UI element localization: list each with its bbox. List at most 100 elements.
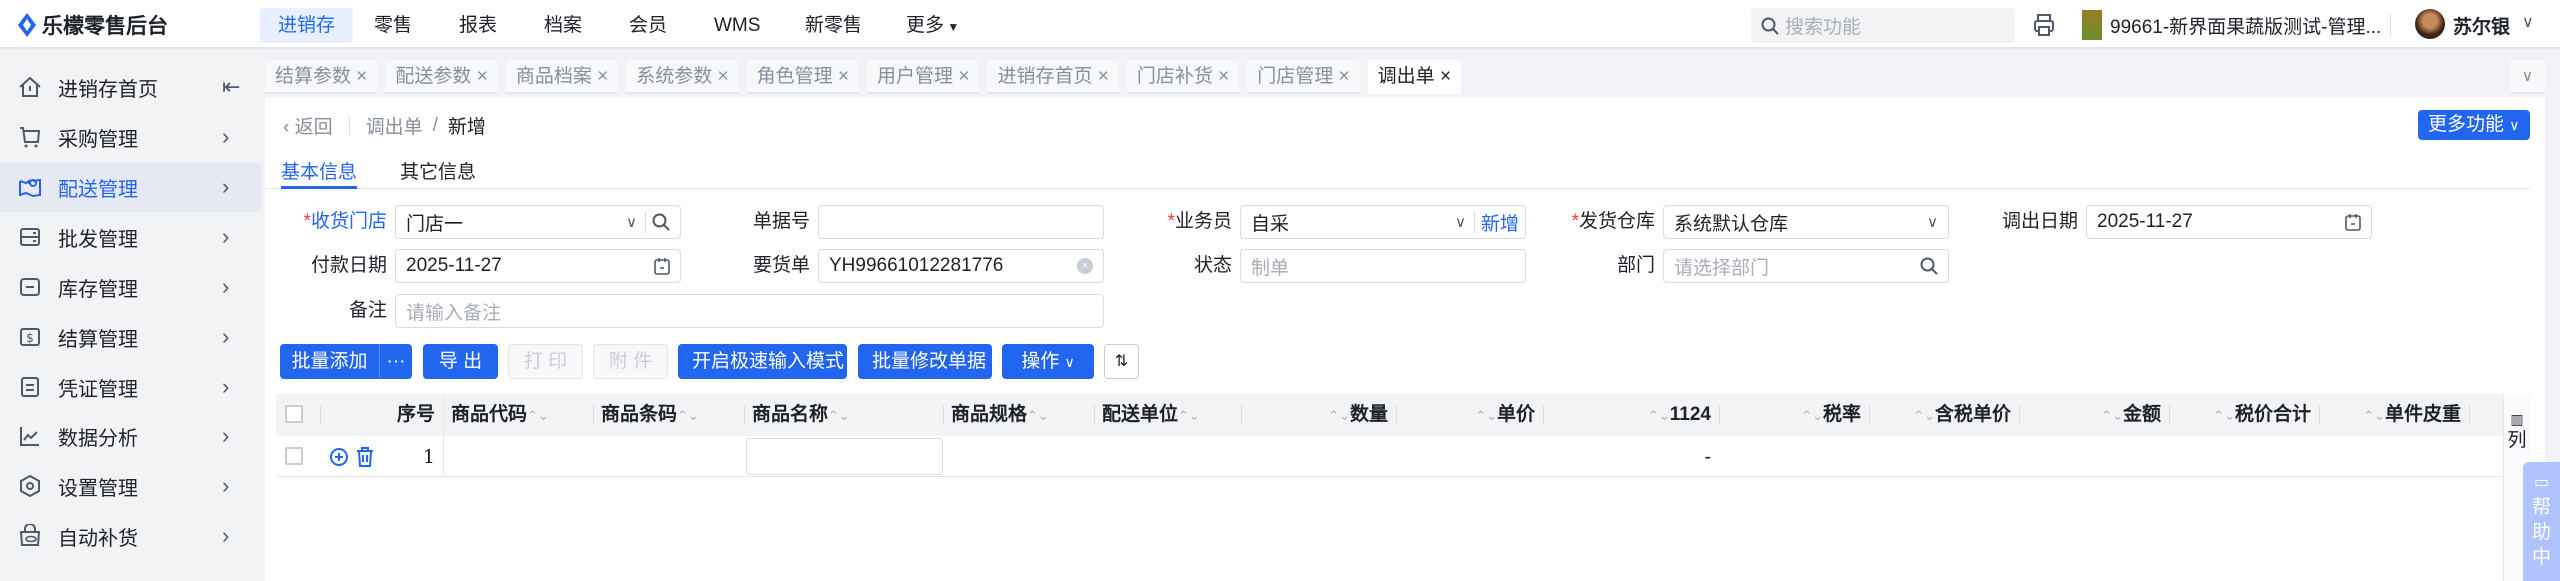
batch-edit-button[interactable]: 批量修改单据 (858, 344, 992, 379)
topnav-archive[interactable]: 档案 (526, 8, 600, 43)
back-link[interactable]: ‹ 返回 (283, 112, 333, 139)
app-logo[interactable]: 乐檬零售后台 (18, 10, 168, 40)
warehouse-select[interactable]: 系统默认仓库 ∨ (1663, 205, 1949, 239)
table-row (276, 436, 2503, 477)
sidebar-item-settings[interactable]: 设置管理 › (0, 461, 262, 511)
col-1124[interactable]: ⌃⌄1124 (1543, 394, 1719, 436)
batch-add-button[interactable]: 批量添加 (280, 344, 379, 379)
tabs-dropdown-button[interactable]: ∨ (2510, 60, 2545, 94)
sidebar-item-wholesale[interactable]: 批发管理 › (0, 212, 262, 262)
sidebar-item-purchase[interactable]: 采购管理 › (0, 112, 262, 162)
clear-icon[interactable]: × (1077, 258, 1093, 274)
topnav-wms[interactable]: WMS (696, 8, 778, 43)
salesman-select[interactable]: 自采 ∨ 新增 (1240, 205, 1526, 239)
col-barcode[interactable]: 商品条码⌃⌄ (593, 394, 744, 436)
col-tax-price[interactable]: ⌃⌄含税单价 (1869, 394, 2019, 436)
column-settings-button[interactable]: ▥ 列 (2507, 408, 2527, 452)
close-icon[interactable]: × (838, 66, 849, 87)
close-icon[interactable]: × (477, 66, 488, 87)
out-date-value: 2025-11-27 (2097, 211, 2193, 232)
tab-user-management[interactable]: 用户管理 × (867, 60, 980, 94)
export-button[interactable]: 导 出 (423, 344, 498, 379)
col-spec[interactable]: 商品规格⌃⌄ (943, 394, 1094, 436)
subtab-basic-info[interactable]: 基本信息 (281, 157, 358, 189)
col-unit[interactable]: 配送单位⌃⌄ (1094, 394, 1241, 436)
more-functions-label: 更多功能 (2428, 114, 2505, 135)
search-icon[interactable] (652, 213, 670, 231)
close-icon[interactable]: × (1098, 66, 1109, 87)
tab-product-archive[interactable]: 商品档案 × (505, 60, 619, 94)
attach-button[interactable]: 附 件 (593, 344, 668, 379)
close-icon[interactable]: × (1339, 66, 1350, 87)
tab-distribution-params[interactable]: 配送参数 × (385, 60, 498, 94)
add-salesman-link[interactable]: 新增 (1481, 209, 1519, 236)
close-icon[interactable]: × (718, 66, 729, 87)
search-icon[interactable] (1920, 257, 1938, 275)
cart-icon (20, 127, 41, 148)
fast-input-mode-button[interactable]: 开启极速输入模式 (678, 344, 847, 379)
out-date-picker[interactable]: 2025-11-27 (2086, 205, 2372, 239)
topnav-retail[interactable]: 零售 (356, 8, 430, 43)
close-icon[interactable]: × (1218, 66, 1229, 87)
calendar-icon (654, 258, 670, 275)
department-input[interactable]: 请选择部门 (1663, 249, 1949, 283)
more-functions-button[interactable]: 更多功能 ∨ (2418, 110, 2530, 140)
collapse-sidebar-icon[interactable]: ⇤ (222, 74, 240, 100)
sidebar-item-distribution[interactable]: 配送管理 › (0, 162, 262, 212)
settings-icon (20, 474, 40, 498)
select-all-checkbox[interactable] (285, 405, 303, 423)
search-input[interactable]: 搜索功能 (1751, 8, 2015, 43)
col-amount[interactable]: ⌃⌄金额 (2019, 394, 2169, 436)
help-center-button[interactable]: ▭ 帮助中 (2523, 462, 2560, 581)
subtab-other-info[interactable]: 其它信息 (400, 157, 476, 184)
receive-store-select[interactable]: 门店一 ∨ (395, 205, 681, 239)
col-qty[interactable]: ⌃⌄数量 (1241, 394, 1396, 436)
close-icon[interactable]: × (356, 66, 367, 87)
topnav-report[interactable]: 报表 (441, 8, 515, 43)
sidebar-item-auto-replenish[interactable]: 自动补货 › (0, 511, 262, 561)
row-checkbox[interactable] (285, 447, 303, 465)
tab-store-replenish[interactable]: 门店补货 × (1126, 60, 1240, 94)
tab-system-params[interactable]: 系统参数 × (626, 60, 739, 94)
tab-store-management[interactable]: 门店管理 × (1247, 60, 1360, 94)
sidebar-item-analytics[interactable]: 数据分析 › (0, 411, 262, 461)
sidebar-item-home[interactable]: 进销存首页 ⇤ (0, 62, 262, 112)
col-total[interactable]: ⌃⌄税价合计 (2169, 394, 2319, 436)
print-button[interactable]: 打 印 (508, 344, 583, 379)
tab-label: 角色管理 (756, 66, 833, 87)
sidebar-item-inventory[interactable]: 库存管理 › (0, 262, 262, 312)
sort-settings-icon[interactable]: ⇅ (1104, 344, 1139, 379)
request-no-input[interactable]: YH99661012281776 × (818, 249, 1104, 283)
close-icon[interactable]: × (597, 66, 608, 87)
remark-input[interactable]: 请输入备注 (395, 294, 1104, 328)
chevron-down-icon[interactable]: ∨ (2522, 12, 2534, 32)
col-tare[interactable]: ⌃⌄单件皮重 (2319, 394, 2469, 436)
col-price[interactable]: ⌃⌄单价 (1396, 394, 1543, 436)
batch-add-more-button[interactable]: ··· (379, 344, 412, 379)
doc-no-input[interactable] (818, 205, 1104, 239)
tab-role-management[interactable]: 角色管理 × (746, 60, 860, 94)
col-product-code[interactable]: 商品代码⌃⌄ (443, 394, 593, 436)
operations-button[interactable]: 操作 ∨ (1002, 344, 1094, 379)
tab-settlement-params[interactable]: 结算参数 × (265, 60, 378, 94)
close-icon[interactable]: × (958, 66, 969, 87)
avatar[interactable] (2415, 9, 2445, 39)
pay-date-picker[interactable]: 2025-11-27 (395, 249, 681, 283)
tab-jxc-home[interactable]: 进销存首页 × (987, 60, 1119, 94)
store-name[interactable]: 99661-新界面果蔬版测试-管理... (2110, 12, 2381, 39)
topnav-member[interactable]: 会员 (611, 8, 685, 43)
sidebar-item-voucher[interactable]: 凭证管理 › (0, 362, 262, 412)
tab-transfer-out[interactable]: 调出单 × (1367, 60, 1462, 94)
topnav-jxc[interactable]: 进销存 (260, 8, 354, 43)
sidebar-item-settlement[interactable]: $ 结算管理 › (0, 312, 262, 362)
breadcrumb-parent[interactable]: 调出单 (366, 112, 423, 139)
user-name[interactable]: 苏尔银 (2453, 12, 2510, 39)
printer-icon[interactable] (2032, 13, 2056, 37)
sort-icon: ⌃⌄ (1913, 408, 1935, 423)
close-icon[interactable]: × (1440, 66, 1451, 87)
product-name-input[interactable] (746, 438, 943, 475)
topnav-more[interactable]: 更多 ▼ (888, 8, 977, 43)
topnav-new-retail[interactable]: 新零售 (787, 8, 880, 43)
col-product-name[interactable]: 商品名称⌃⌄ (744, 394, 943, 436)
col-tax-rate[interactable]: ⌃⌄税率 (1719, 394, 1869, 436)
